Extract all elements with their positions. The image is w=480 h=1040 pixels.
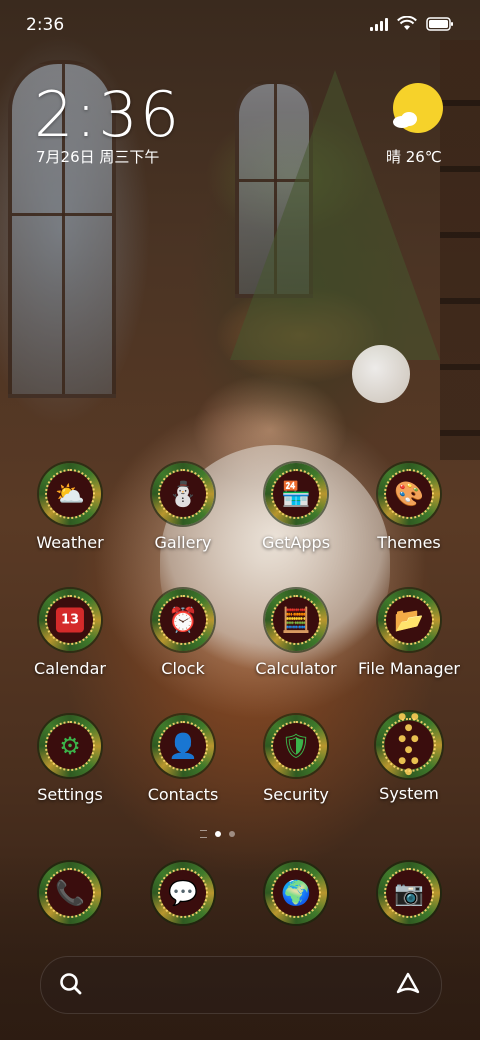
gallery-icon: ⛄ [152, 463, 214, 525]
app-calculator[interactable]: 🧮 Calculator [240, 589, 352, 678]
app-label: Gallery [154, 533, 212, 552]
app-security[interactable]: 🛡 Security [240, 715, 352, 804]
app-label: Calculator [255, 659, 337, 678]
contacts-icon: 👤 [152, 715, 214, 777]
app-contacts[interactable]: 👤 Contacts [127, 715, 239, 804]
page-indicator-dot[interactable] [229, 831, 235, 837]
app-label: Contacts [147, 785, 219, 804]
app-clock[interactable]: ⏰ Clock [127, 589, 239, 678]
gear-icon: ⚙ [39, 715, 101, 777]
dock-phone[interactable]: 📞 [14, 862, 126, 924]
getapps-icon: 🏪 [265, 463, 327, 525]
page-indicator-list[interactable] [200, 830, 207, 838]
themes-icon: 🎨 [378, 463, 440, 525]
weather-widget-text[interactable]: 晴 26℃ [386, 146, 442, 167]
app-label: System [379, 784, 439, 803]
search-bar[interactable] [40, 956, 442, 1014]
messages-icon: 💬 [152, 862, 214, 924]
wallpaper-santa-hat [352, 345, 410, 403]
folder-icon: 📂 [378, 589, 440, 651]
calendar-icon: 13 [39, 589, 101, 651]
status-time: 2:36 [26, 15, 65, 35]
camera-icon: 📷 [378, 862, 440, 924]
app-label: Security [263, 785, 329, 804]
alarm-clock-icon: ⏰ [152, 589, 214, 651]
shield-icon: 🛡 [265, 715, 327, 777]
app-label: Weather [36, 533, 104, 552]
weather-icon: ⛅ [39, 463, 101, 525]
app-label: Clock [161, 659, 205, 678]
calculator-icon: 🧮 [265, 589, 327, 651]
app-getapps[interactable]: 🏪 GetApps [240, 463, 352, 552]
clock-widget-date[interactable]: 7月26日 周三下午 [36, 146, 159, 167]
status-icons [370, 16, 454, 31]
app-label: GetApps [261, 533, 331, 552]
app-file-manager[interactable]: 📂 File Manager [353, 589, 465, 678]
dock-messages[interactable]: 💬 [127, 862, 239, 924]
calendar-badge: 13 [55, 607, 85, 633]
app-themes[interactable]: 🎨 Themes [353, 463, 465, 552]
app-weather[interactable]: ⛅ Weather [14, 463, 126, 552]
page-indicator[interactable] [200, 830, 235, 838]
app-settings[interactable]: ⚙ Settings [14, 715, 126, 804]
sun-cloud-icon[interactable] [390, 82, 446, 138]
app-calendar[interactable]: 13 Calendar [14, 589, 126, 678]
search-icon[interactable] [58, 971, 84, 1001]
app-gallery[interactable]: ⛄ Gallery [127, 463, 239, 552]
app-label: File Manager [358, 659, 460, 678]
app-system-folder[interactable]: ● ● ● ● ● ● ● ● ● System [353, 712, 465, 803]
status-bar: 2:36 [0, 0, 480, 50]
page-indicator-dot-active[interactable] [215, 831, 221, 837]
app-label: Calendar [34, 659, 106, 678]
folder-grid-icon: ● ● ● ● ● ● ● ● ● [376, 712, 442, 778]
clock-widget-time[interactable]: 2:36 [34, 78, 181, 151]
dock-browser[interactable]: 🌍 [240, 862, 352, 924]
dock-camera[interactable]: 📷 [353, 862, 465, 924]
wifi-icon [397, 16, 417, 31]
browser-globe-icon: 🌍 [265, 862, 327, 924]
signal-icon [370, 17, 388, 31]
home-screen: 2:36 2:36 7月26日 周三下午 晴 26℃ ⛅ Weather ⛄ G… [0, 0, 480, 1040]
app-label: Themes [377, 533, 441, 552]
assistant-icon[interactable] [395, 971, 421, 1001]
app-label: Settings [37, 785, 103, 804]
battery-icon [426, 16, 454, 31]
wallpaper-bookshelf [440, 40, 480, 460]
phone-icon: 📞 [39, 862, 101, 924]
